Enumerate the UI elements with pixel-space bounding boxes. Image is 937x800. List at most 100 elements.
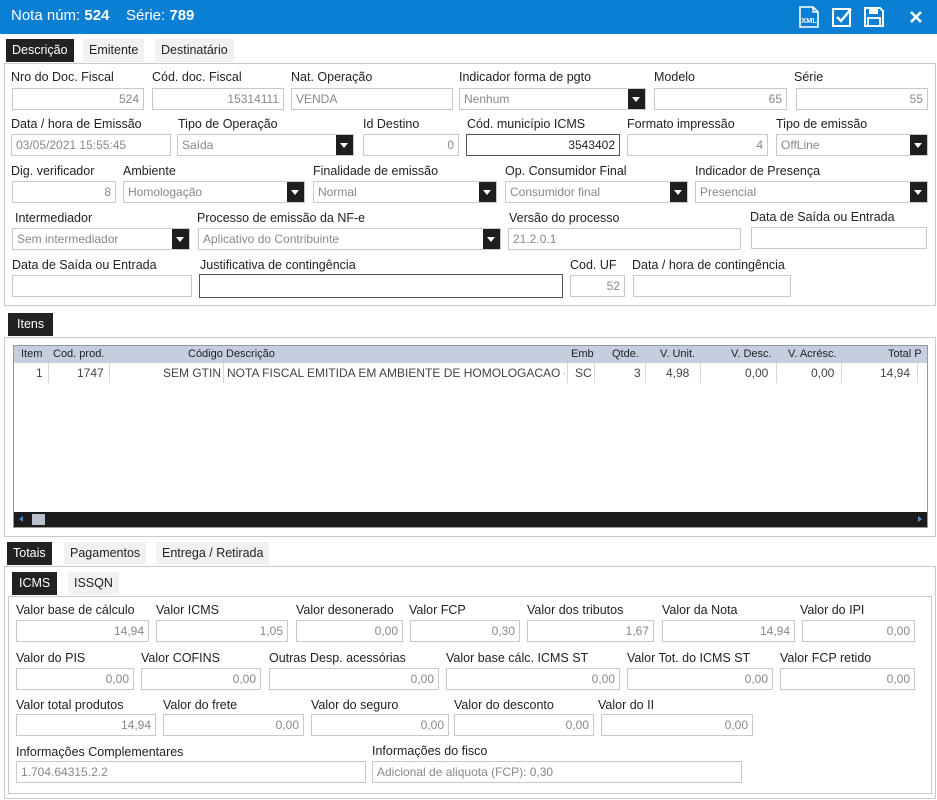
dig-field[interactable]: 8 [12, 181, 116, 203]
col-codigo[interactable]: Código [188, 348, 223, 360]
save-icon[interactable] [862, 6, 886, 28]
op-consumidor-select[interactable]: Consumidor final [505, 181, 688, 203]
formato-field[interactable]: 4 [627, 134, 768, 156]
data-cont-field[interactable] [633, 275, 791, 297]
justificativa-field[interactable] [199, 274, 563, 298]
vicms-field[interactable]: 1,05 [156, 620, 288, 642]
nat-op-field[interactable]: VENDA [291, 88, 453, 110]
ind-presenca-select[interactable]: Presencial [695, 181, 928, 203]
tipo-op-select[interactable]: Saída [177, 134, 354, 156]
xml-export-icon[interactable]: XML [797, 6, 821, 28]
vfrete-field[interactable]: 0,00 [163, 714, 304, 736]
tab-destinatario[interactable]: Destinatário [155, 39, 234, 62]
validate-check-icon[interactable] [830, 6, 854, 28]
infcomp-field[interactable]: 1.704.64315.2.2 [16, 761, 366, 783]
processo-select[interactable]: Aplicativo do Contribuinte [198, 228, 501, 250]
col-cod-prod[interactable]: Cod. prod. [53, 348, 104, 360]
chevron-down-icon[interactable] [910, 182, 927, 202]
cod-doc-field[interactable]: 15314111 [152, 88, 284, 110]
data-saida2-field[interactable] [12, 275, 192, 297]
ambiente-select[interactable]: Homologação [123, 181, 305, 203]
scroll-left-icon[interactable] [19, 516, 23, 522]
serie-field[interactable]: 55 [796, 88, 928, 110]
vcofins-label: Valor COFINS [141, 651, 220, 665]
vbcst-field[interactable]: 0,00 [446, 668, 620, 690]
tab-itens[interactable]: Itens [8, 313, 54, 336]
vdesc-field[interactable]: 0,00 [454, 714, 594, 736]
vfrete-label: Valor do frete [163, 698, 238, 712]
cod-mun-field[interactable]: 3543402 [466, 134, 620, 156]
data-saida-field[interactable] [751, 227, 927, 249]
vprod-field[interactable]: 14,94 [16, 714, 156, 736]
vdeson-field[interactable]: 0,00 [296, 620, 403, 642]
scroll-right-icon[interactable] [918, 516, 922, 522]
cell-descricao: NOTA FISCAL EMITIDA EM AMBIENTE DE HOMOL… [227, 366, 565, 380]
col-item[interactable]: Item [21, 348, 42, 360]
tab-descricao[interactable]: Descrição [6, 39, 74, 62]
vnota-label: Valor da Nota [662, 603, 738, 617]
data-cont-label: Data / hora de contingência [632, 258, 785, 272]
chevron-down-icon[interactable] [483, 229, 500, 249]
vfcpret-field[interactable]: 0,00 [780, 668, 915, 690]
svg-text:XML: XML [801, 16, 817, 25]
intermediador-value: Sem intermediador [17, 232, 119, 246]
horizontal-scrollbar[interactable] [14, 512, 927, 527]
vfcp-field[interactable]: 0,30 [410, 620, 520, 642]
col-v-unit[interactable]: V. Unit. [660, 348, 695, 360]
tipo-op-label: Tipo de Operação [178, 117, 278, 131]
col-qtde[interactable]: Qtde. [612, 348, 639, 360]
vprod-label: Valor total produtos [16, 698, 124, 712]
inffisco-field[interactable]: Adicional de aliquota (FCP): 0,30 [372, 761, 742, 783]
chevron-down-icon[interactable] [336, 135, 353, 155]
vpis-field[interactable]: 0,00 [16, 668, 134, 690]
cod-doc-label: Cód. doc. Fiscal [152, 70, 242, 84]
vbc-field[interactable]: 14,94 [16, 620, 149, 642]
vseguro-field[interactable]: 0,00 [311, 714, 449, 736]
chevron-down-icon[interactable] [287, 182, 304, 202]
voutras-label: Outras Desp. acessórias [269, 651, 406, 665]
chevron-down-icon[interactable] [910, 135, 927, 155]
tab-icms[interactable]: ICMS [12, 572, 58, 595]
vnota-field[interactable]: 14,94 [662, 620, 795, 642]
vst-field[interactable]: 0,00 [627, 668, 773, 690]
modelo-field[interactable]: 65 [654, 88, 787, 110]
nro-doc-field[interactable]: 524 [12, 88, 144, 110]
cod-uf-label: Cod. UF [570, 258, 617, 272]
title-bar: Nota núm: 524 Série: 789 XML [0, 0, 937, 34]
tipo-emissao-select[interactable]: OffLine [776, 134, 928, 156]
ind-pgto-select[interactable]: Nenhum [459, 88, 646, 110]
nro-doc-label: Nro do Doc. Fiscal [11, 70, 114, 84]
finalidade-select[interactable]: Normal [313, 181, 497, 203]
col-total[interactable]: Total P [888, 348, 922, 360]
tab-pagamentos[interactable]: Pagamentos [64, 542, 147, 565]
vcofins-field[interactable]: 0,00 [141, 668, 261, 690]
versao-field[interactable]: 21.2.0.1 [508, 228, 741, 250]
col-v-acresc[interactable]: V. Acrésc. [788, 348, 837, 360]
chevron-down-icon[interactable] [479, 182, 496, 202]
serie-field-label: Série [794, 70, 824, 84]
data-emissao-field[interactable]: 03/05/2021 15:55:45 [11, 134, 171, 156]
col-v-desc[interactable]: V. Desc. [731, 348, 772, 360]
tab-issqn[interactable]: ISSQN [68, 572, 119, 595]
vii-field[interactable]: 0,00 [601, 714, 753, 736]
chevron-down-icon[interactable] [670, 182, 687, 202]
close-icon[interactable] [904, 6, 928, 28]
chevron-down-icon[interactable] [172, 229, 189, 249]
voutras-field[interactable]: 0,00 [269, 668, 439, 690]
col-emb[interactable]: Emb [571, 348, 594, 360]
vfcpret-label: Valor FCP retido [780, 651, 872, 665]
cod-uf-field[interactable]: 52 [570, 275, 625, 297]
scroll-thumb[interactable] [32, 514, 45, 525]
tab-emitente[interactable]: Emitente [83, 39, 145, 62]
vtrib-field[interactable]: 1,67 [527, 620, 654, 642]
tab-totais[interactable]: Totais [7, 542, 52, 565]
tab-entrega-retirada[interactable]: Entrega / Retirada [156, 542, 270, 565]
tipo-emissao-value: OffLine [781, 138, 820, 152]
chevron-down-icon[interactable] [628, 89, 645, 109]
formato-label: Formato impressão [627, 117, 735, 131]
intermediador-select[interactable]: Sem intermediador [12, 228, 190, 250]
id-destino-field[interactable]: 0 [363, 134, 459, 156]
col-descricao[interactable]: Descrição [226, 348, 275, 360]
dig-label: Dig. verificador [11, 164, 95, 178]
vipi-field[interactable]: 0,00 [802, 620, 915, 642]
